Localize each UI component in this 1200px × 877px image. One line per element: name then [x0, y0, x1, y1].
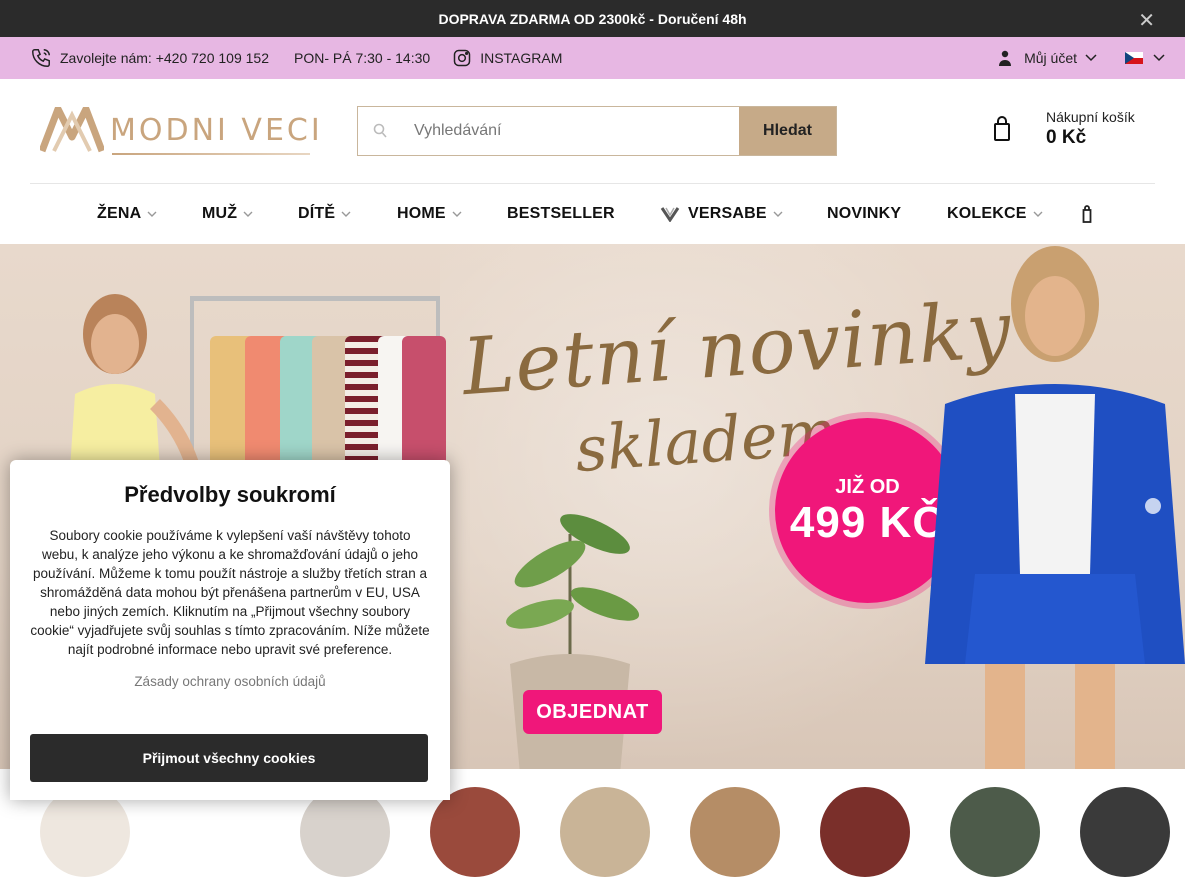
nav-item-muz[interactable]: MUŽ	[202, 184, 253, 244]
nav-label: ŽENA	[97, 205, 142, 222]
hours-text: PON- PÁ 7:30 - 14:30	[294, 50, 431, 66]
nav-label: VERSABE	[688, 205, 767, 222]
logo-mark-icon	[40, 107, 104, 153]
nav-item-home[interactable]: HOME	[397, 184, 462, 244]
chevron-down-icon	[773, 211, 783, 217]
language-selector[interactable]	[1125, 52, 1165, 64]
top-bar: Zavolejte nám: +420 720 109 152 PON- PÁ …	[0, 37, 1185, 79]
logo-text: MODNI VECI	[110, 112, 323, 148]
phone-contact[interactable]: Zavolejte nám: +420 720 109 152	[30, 47, 269, 69]
chevron-down-icon	[1153, 54, 1165, 62]
category-thumbnail[interactable]	[300, 787, 390, 877]
instagram-text: INSTAGRAM	[480, 50, 563, 66]
search-input[interactable]	[402, 107, 739, 155]
account-menu[interactable]: Můj účet	[998, 50, 1097, 66]
category-thumbnail[interactable]	[690, 787, 780, 877]
opening-hours: PON- PÁ 7:30 - 14:30	[294, 50, 430, 66]
phone-icon	[32, 49, 50, 67]
nav-label: DÍTĚ	[298, 205, 336, 222]
nav-item-bestseller[interactable]: BESTSELLER	[507, 184, 615, 244]
nav-item-dite[interactable]: DÍTĚ	[298, 184, 351, 244]
cart-price: 0 Kč	[1046, 127, 1087, 148]
category-thumbnail[interactable]	[820, 787, 910, 877]
user-icon	[999, 50, 1012, 66]
nav-label: NOVINKY	[827, 205, 902, 222]
chevron-down-icon	[1085, 54, 1097, 62]
category-thumbnail[interactable]	[40, 787, 130, 877]
nav-label: BESTSELLER	[507, 205, 615, 222]
bag-icon	[1082, 205, 1092, 223]
cookie-consent-dialog: Předvolby soukromí Soubory cookie použív…	[10, 460, 450, 800]
cookie-title: Předvolby soukromí	[124, 482, 336, 507]
close-icon[interactable]: ✕	[1138, 8, 1155, 33]
model-right-image	[925, 246, 1185, 769]
main-nav: ŽENA MUŽ DÍTĚ HOME BESTSELLER VERSABE NO…	[30, 183, 1155, 244]
nav-item-versabe[interactable]: VERSABE	[660, 184, 783, 244]
category-thumbnail[interactable]	[950, 787, 1040, 877]
chevron-down-icon	[1033, 211, 1043, 217]
search-button[interactable]: Hledat	[739, 107, 836, 155]
nav-item-kolekce[interactable]: KOLEKCE	[947, 184, 1043, 244]
instagram-icon	[453, 49, 471, 67]
cz-flag-icon	[1125, 52, 1143, 64]
carousel-dot[interactable]	[1145, 498, 1161, 514]
chevron-down-icon	[341, 211, 351, 217]
cart[interactable]: Nákupní košík 0 Kč	[993, 109, 1135, 149]
category-thumbnail[interactable]	[430, 787, 520, 877]
cookie-body: Soubory cookie používáme k vylepšení vaš…	[30, 528, 430, 657]
nav-item-zena[interactable]: ŽENA	[97, 184, 157, 244]
chevron-down-icon	[147, 211, 157, 217]
logo[interactable]: MODNI VECI	[40, 107, 323, 155]
category-thumbnail[interactable]	[1080, 787, 1170, 877]
promo-bar: DOPRAVA ZDARMA OD 2300kč - Doručení 48h …	[0, 0, 1185, 37]
privacy-policy-link[interactable]: Zásady ochrany osobních údajů	[30, 674, 430, 689]
nav-label: KOLEKCE	[947, 205, 1027, 222]
badge-small-text: JIŽ OD	[835, 476, 900, 498]
promo-text: DOPRAVA ZDARMA OD 2300kč - Doručení 48h	[438, 10, 747, 27]
chevron-down-icon	[243, 211, 253, 217]
cart-icon	[994, 116, 1010, 141]
phone-text: Zavolejte nám: +420 720 109 152	[60, 50, 269, 66]
nav-label: HOME	[397, 205, 446, 222]
account-label: Můj účet	[1024, 50, 1077, 66]
versabe-logo-icon	[660, 207, 680, 222]
nav-extra-icon-button[interactable]	[1082, 184, 1092, 244]
nav-label: MUŽ	[202, 205, 238, 222]
search-bar: Hledat	[357, 106, 837, 156]
nav-item-novinky[interactable]: NOVINKY	[827, 184, 901, 244]
order-button[interactable]: OBJEDNAT	[523, 690, 662, 734]
accept-cookies-button[interactable]: Přijmout všechny cookies	[30, 734, 428, 782]
site-header: MODNI VECI Hledat Nákupní košík 0 Kč	[0, 79, 1185, 183]
chevron-down-icon	[452, 211, 462, 217]
logo-underline	[112, 153, 310, 155]
cart-label: Nákupní košík	[1046, 109, 1135, 125]
search-icon	[358, 107, 402, 155]
instagram-link[interactable]: INSTAGRAM	[452, 48, 562, 68]
category-thumbnail[interactable]	[560, 787, 650, 877]
